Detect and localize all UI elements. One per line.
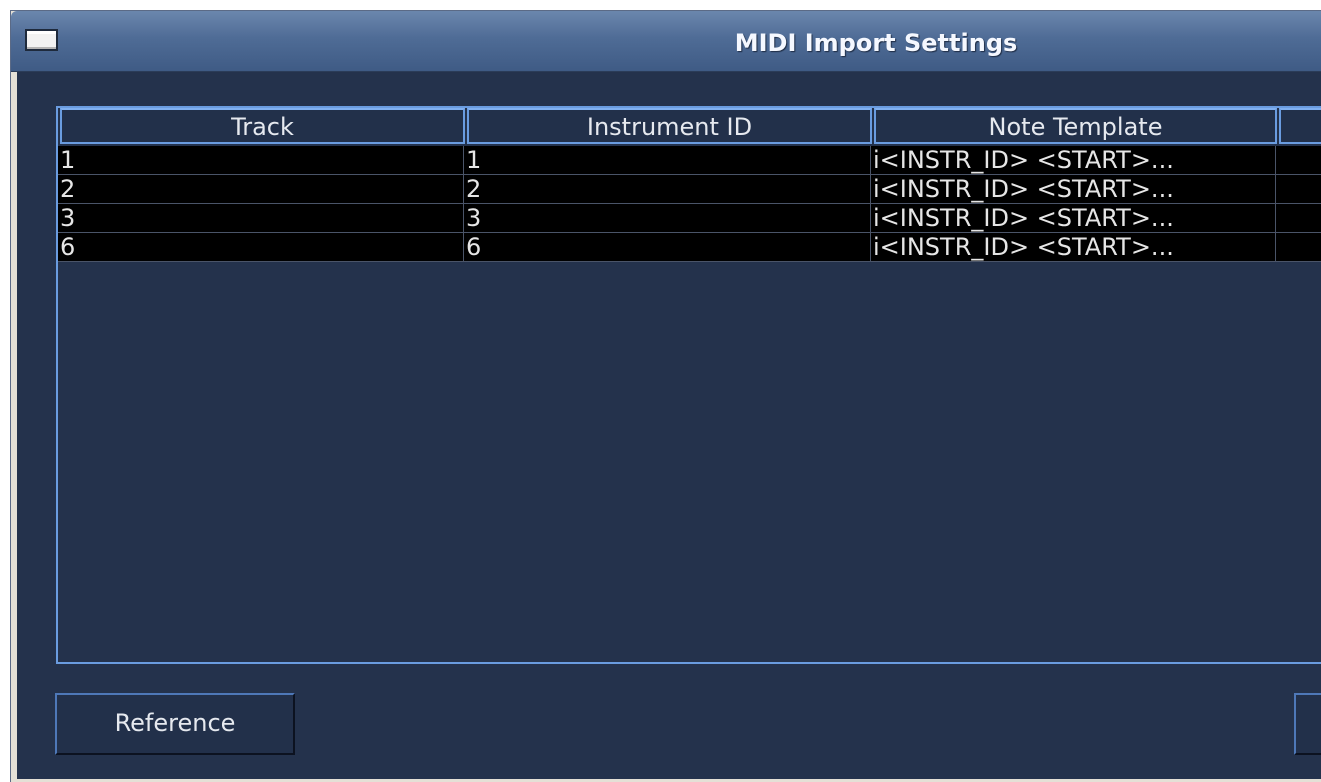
cell-instrument-id[interactable]: 3 (464, 204, 871, 233)
cell-instrument-id[interactable]: 1 (464, 146, 871, 175)
cell-track[interactable]: 1 (58, 146, 464, 175)
dialog-content: Track Instrument ID Note Template 1 1 i<… (17, 72, 1321, 779)
cell-note-template[interactable]: i<INSTR_ID> <START>... (871, 175, 1276, 204)
cell-extra[interactable] (1276, 175, 1321, 204)
table-row[interactable]: 2 2 i<INSTR_ID> <START>... (58, 175, 1321, 204)
table-row[interactable]: 1 1 i<INSTR_ID> <START>... (58, 146, 1321, 175)
cell-note-template[interactable]: i<INSTR_ID> <START>... (871, 233, 1276, 262)
reference-button[interactable]: Reference (55, 693, 295, 755)
track-table: Track Instrument ID Note Template 1 1 i<… (56, 106, 1321, 664)
cell-extra[interactable] (1276, 146, 1321, 175)
cell-instrument-id[interactable]: 6 (464, 233, 871, 262)
column-header-instrument-id[interactable]: Instrument ID (467, 108, 872, 144)
cell-track[interactable]: 2 (58, 175, 464, 204)
cell-track[interactable]: 3 (58, 204, 464, 233)
table-row[interactable]: 3 3 i<INSTR_ID> <START>... (58, 204, 1321, 233)
cell-instrument-id[interactable]: 2 (464, 175, 871, 204)
cell-track[interactable]: 6 (58, 233, 464, 262)
cell-extra[interactable] (1276, 233, 1321, 262)
cell-note-template[interactable]: i<INSTR_ID> <START>... (871, 204, 1276, 233)
table-header: Track Instrument ID Note Template (58, 108, 1321, 146)
table-row[interactable]: 6 6 i<INSTR_ID> <START>... (58, 233, 1321, 262)
window-title: MIDI Import Settings (734, 29, 1018, 57)
cell-extra[interactable] (1276, 204, 1321, 233)
midi-import-settings-window: MIDI Import Settings Track Instrument ID… (10, 10, 1321, 782)
title-bar[interactable]: MIDI Import Settings (11, 11, 1321, 72)
column-header-track[interactable]: Track (60, 108, 465, 144)
column-header-extra[interactable] (1279, 108, 1321, 144)
partial-right-button[interactable] (1294, 693, 1321, 755)
column-header-note-template[interactable]: Note Template (874, 108, 1277, 144)
cell-note-template[interactable]: i<INSTR_ID> <START>... (871, 146, 1276, 175)
